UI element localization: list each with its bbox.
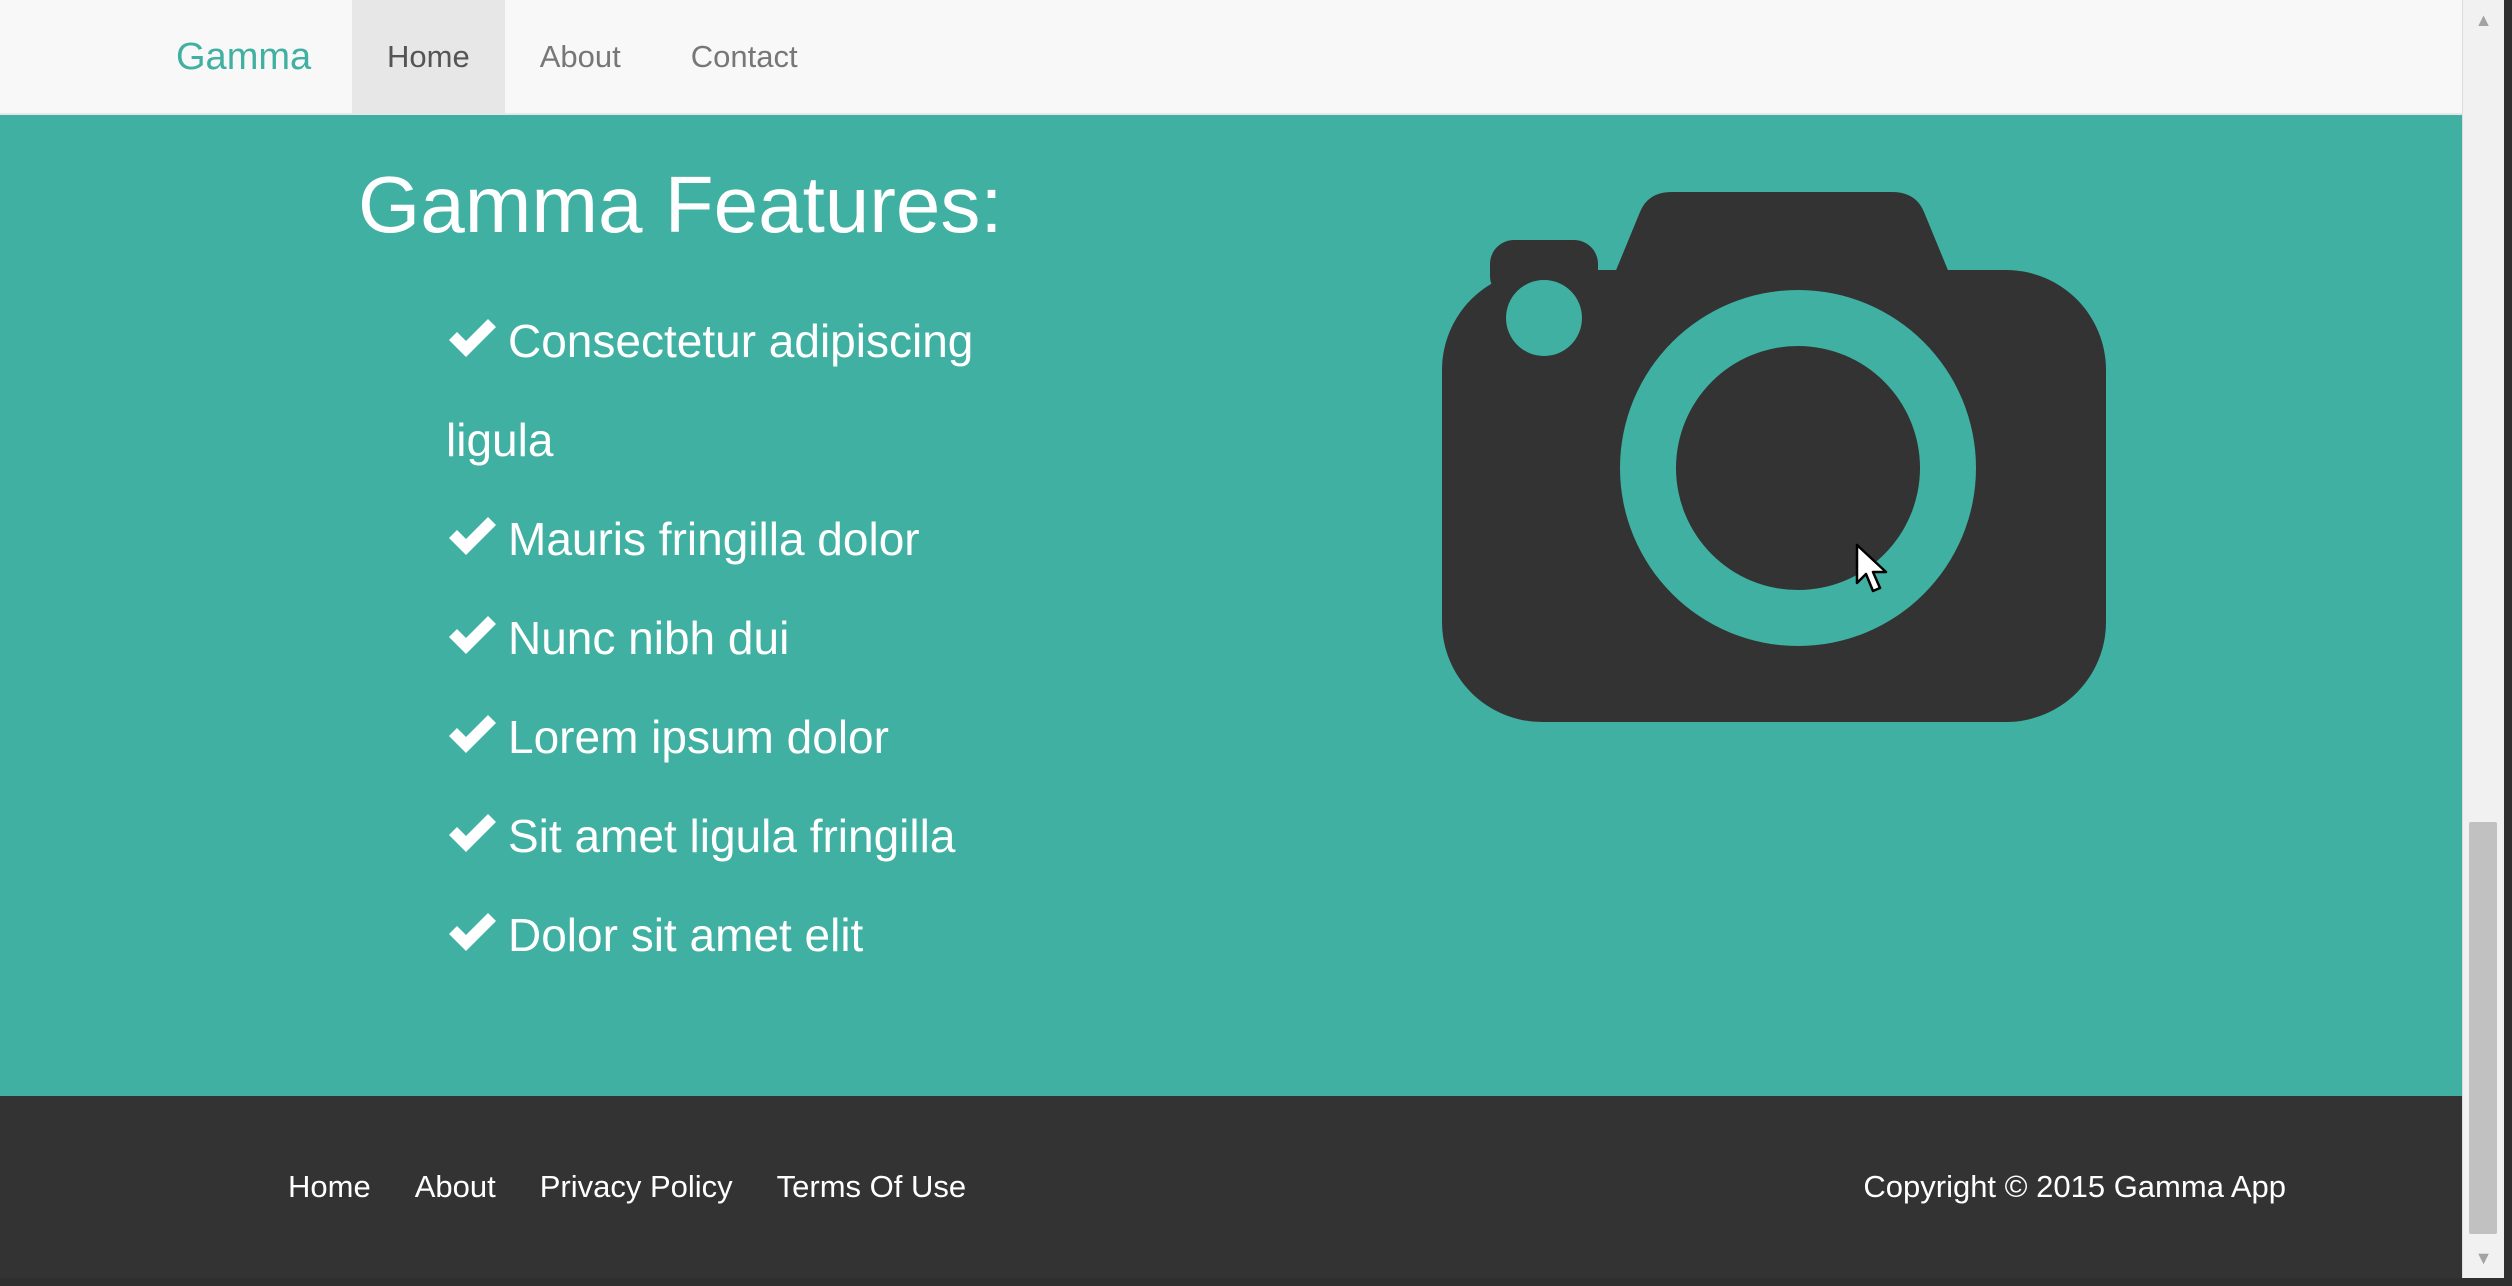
page: Gamma Home About Contact Gamma Features:… [0, 0, 2462, 1278]
footer-link-privacy-policy[interactable]: Privacy Policy [540, 1169, 733, 1205]
feature-item: Nunc nibh dui [446, 589, 1066, 688]
feature-text: Sit amet ligula fringilla [508, 810, 956, 862]
check-icon [449, 715, 496, 753]
mouse-cursor-icon [1855, 543, 1888, 593]
brand-link[interactable]: Gamma [176, 0, 311, 115]
scroll-up-arrow-icon[interactable]: ▲ [2463, 0, 2504, 40]
scroll-down-arrow-icon[interactable]: ▼ [2463, 1238, 2504, 1278]
nav-link-about[interactable]: About [505, 0, 656, 113]
footer-link-about[interactable]: About [415, 1169, 496, 1205]
check-icon [449, 319, 496, 357]
scrollbar-thumb[interactable] [2469, 822, 2497, 1234]
camera-icon [1442, 192, 2106, 722]
vertical-scrollbar[interactable]: ▲ ▼ [2462, 0, 2504, 1278]
feature-text: Consectetur adipiscing ligula [446, 315, 974, 466]
features-title: Gamma Features: [358, 160, 1003, 249]
nav-link-home[interactable]: Home [352, 0, 505, 113]
feature-text: Mauris fringilla dolor [508, 513, 920, 565]
copyright-text: Copyright © 2015 Gamma App [1863, 1169, 2286, 1204]
feature-item: Lorem ipsum dolor [446, 688, 1066, 787]
footer-link-home[interactable]: Home [288, 1169, 371, 1205]
feature-text: Dolor sit amet elit [508, 909, 864, 961]
footer-links: Home About Privacy Policy Terms Of Use [288, 1096, 966, 1278]
footer: Home About Privacy Policy Terms Of Use C… [0, 1096, 2462, 1278]
nav-link-contact[interactable]: Contact [656, 0, 833, 113]
feature-text: Lorem ipsum dolor [508, 711, 889, 763]
check-icon [449, 814, 496, 852]
navbar: Gamma Home About Contact [0, 0, 2462, 115]
feature-item: Sit amet ligula fringilla [446, 787, 1066, 886]
feature-item: Dolor sit amet elit [446, 886, 1066, 985]
feature-text: Nunc nibh dui [508, 612, 790, 664]
feature-list: Consectetur adipiscing ligula Mauris fri… [446, 292, 1066, 985]
check-icon [449, 913, 496, 951]
footer-link-terms-of-use[interactable]: Terms Of Use [777, 1169, 966, 1205]
check-icon [449, 517, 496, 555]
feature-item: Mauris fringilla dolor [446, 490, 1066, 589]
check-icon [449, 616, 496, 654]
nav-links: Home About Contact [352, 0, 833, 113]
feature-item: Consectetur adipiscing ligula [446, 292, 1066, 490]
